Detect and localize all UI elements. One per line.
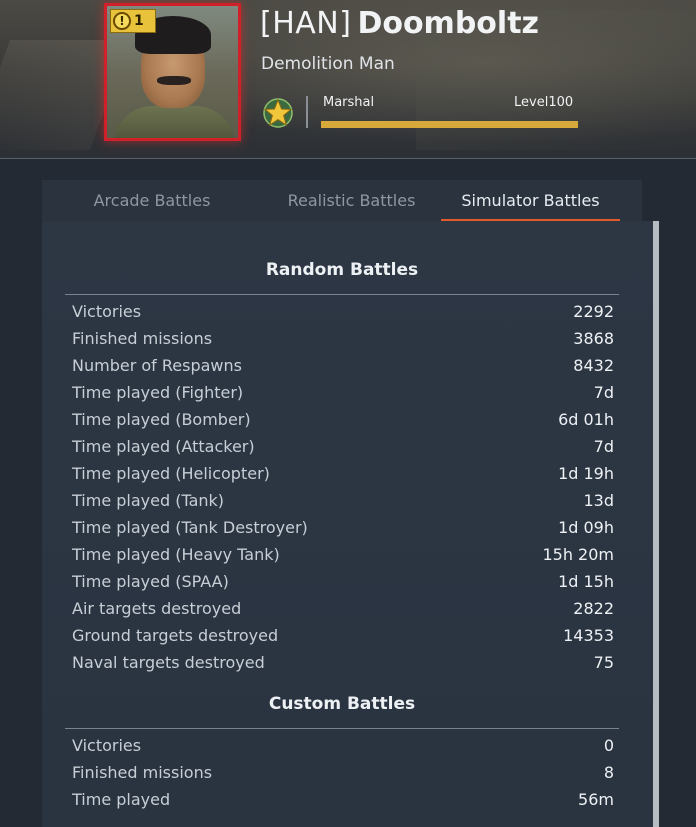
stat-label: Victories <box>72 736 142 755</box>
stat-value: 0 <box>603 736 614 755</box>
stat-value: 56m <box>578 790 614 809</box>
warning-count: 1 <box>134 13 144 29</box>
stat-label: Time played (Attacker) <box>72 437 255 456</box>
stat-label: Time played <box>72 790 171 809</box>
stat-label: Time played (Bomber) <box>72 410 251 429</box>
stat-label: Time played (Tank) <box>72 491 225 510</box>
stat-value: 2292 <box>573 302 614 321</box>
stat-label: Finished missions <box>72 763 213 782</box>
stat-label: Victories <box>72 302 142 321</box>
tab-arcade-battles[interactable]: Arcade Battles <box>42 180 262 221</box>
stat-value: 8432 <box>573 356 614 375</box>
custom-stat-row: Finished missions 8 <box>65 759 619 786</box>
random-stat-row: Ground targets destroyed 14353 <box>65 622 619 649</box>
scrollbar-thumb[interactable] <box>653 221 659 827</box>
stat-label: Time played (SPAA) <box>72 572 229 591</box>
stat-value: 7d <box>593 383 614 402</box>
battle-mode-tabs: Arcade Battles Realistic Battles Simulat… <box>42 180 642 221</box>
stat-value: 3868 <box>573 329 614 348</box>
stat-label: Time played (Heavy Tank) <box>72 545 280 564</box>
custom-stat-row: Victories 0 <box>65 732 619 759</box>
stat-label: Number of Respawns <box>72 356 242 375</box>
custom-battles-title: Custom Battles <box>268 694 416 714</box>
nickname: Doomboltz <box>357 6 539 41</box>
random-stat-row: Victories 2292 <box>65 298 619 325</box>
random-stat-row: Time played (Attacker) 7d <box>65 433 619 460</box>
level-progress-bar <box>321 121 578 128</box>
stat-label: Time played (Helicopter) <box>72 464 270 483</box>
stat-label: Ground targets destroyed <box>72 626 279 645</box>
avatar-mustache <box>157 76 191 85</box>
level-label: Level100 <box>514 95 574 110</box>
stat-value: 1d 19h <box>558 464 614 483</box>
stat-value: 14353 <box>563 626 614 645</box>
custom-battles-divider <box>65 728 619 729</box>
level-divider <box>306 96 308 128</box>
rank-star-icon <box>263 98 293 128</box>
random-stat-row: Finished missions 3868 <box>65 325 619 352</box>
warning-badge[interactable]: ! 1 <box>110 9 156 33</box>
random-battles-divider <box>65 294 619 295</box>
random-stat-row: Time played (Tank Destroyer) 1d 09h <box>65 514 619 541</box>
stat-value: 6d 01h <box>558 410 614 429</box>
rank-name: Marshal <box>323 95 375 110</box>
player-title: Demolition Man <box>261 54 395 74</box>
player-name: [HAN] Doomboltz <box>260 6 539 41</box>
custom-stat-row: Time played 56m <box>65 786 619 813</box>
stat-value: 75 <box>593 653 614 672</box>
stat-value: 7d <box>593 437 614 456</box>
stat-label: Naval targets destroyed <box>72 653 265 672</box>
random-stat-row: Time played (Helicopter) 1d 19h <box>65 460 619 487</box>
random-stat-row: Naval targets destroyed 75 <box>65 649 619 676</box>
stats-scrollbar[interactable] <box>653 221 659 827</box>
stat-value: 13d <box>583 491 614 510</box>
random-stat-row: Time played (Bomber) 6d 01h <box>65 406 619 433</box>
stat-value: 8 <box>603 763 614 782</box>
stat-value: 1d 15h <box>558 572 614 591</box>
random-stat-row: Time played (Tank) 13d <box>65 487 619 514</box>
tab-realistic-battles[interactable]: Realistic Battles <box>262 180 441 221</box>
random-stat-row: Air targets destroyed 2822 <box>65 595 619 622</box>
level-progress-fill <box>321 121 578 128</box>
stat-label: Finished missions <box>72 329 213 348</box>
stat-value: 1d 09h <box>558 518 614 537</box>
random-stat-row: Time played (SPAA) 1d 15h <box>65 568 619 595</box>
stat-label: Time played (Fighter) <box>72 383 244 402</box>
tab-simulator-battles[interactable]: Simulator Battles <box>441 180 620 221</box>
avatar-uniform <box>113 106 235 138</box>
warning-icon: ! <box>113 12 131 30</box>
stat-value: 15h 20m <box>542 545 614 564</box>
stat-label: Air targets destroyed <box>72 599 242 618</box>
stat-value: 2822 <box>573 599 614 618</box>
random-stat-row: Time played (Fighter) 7d <box>65 379 619 406</box>
random-battles-title: Random Battles <box>265 260 419 280</box>
random-stat-row: Time played (Heavy Tank) 15h 20m <box>65 541 619 568</box>
clan-tag: [HAN] <box>260 6 352 41</box>
random-stat-row: Number of Respawns 8432 <box>65 352 619 379</box>
stat-label: Time played (Tank Destroyer) <box>72 518 308 537</box>
